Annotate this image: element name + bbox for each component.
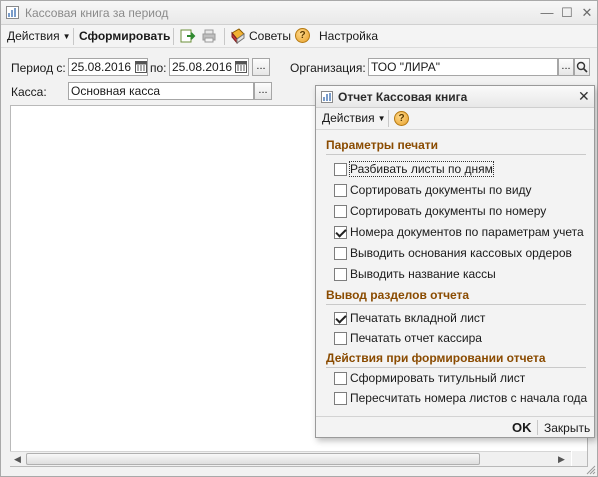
period-to-value: 25.08.2016 [172,60,233,74]
checkbox[interactable] [334,268,347,281]
section-report-sections: Вывод разделов отчета [326,288,586,305]
checkbox[interactable] [334,392,347,405]
scroll-corner [572,451,587,466]
toolbar-divider [173,28,174,45]
checkbox-label: Выводить основания кассовых ордеров [350,246,572,260]
help-icon[interactable]: ? [295,28,310,43]
checkbox[interactable] [334,332,347,345]
calendar-icon[interactable] [135,61,147,73]
scrollbar-thumb[interactable] [26,453,480,465]
checkbox[interactable] [334,163,347,176]
checkbox[interactable] [334,205,347,218]
dialog-title-bar: Отчет Кассовая книга ✕ [316,86,594,108]
print-icon[interactable] [201,28,217,44]
organization-field[interactable]: ТОО "ЛИРА" [368,58,558,76]
tips-button[interactable]: Советы [249,29,291,43]
period-select-button[interactable]: ... [252,58,270,76]
toolbar-divider [388,110,389,127]
checkbox[interactable] [334,372,347,385]
period-from-label: Период с: [11,61,66,75]
dialog-footer: OK Закрыть [316,416,594,438]
dialog-title: Отчет Кассовая книга [338,90,468,104]
report-app-icon [6,6,19,19]
kassa-field[interactable]: Основная касса [68,82,254,100]
organization-select-button[interactable]: ... [558,58,574,76]
checkbox-label: Сортировать документы по номеру [350,204,547,218]
checkbox-checked[interactable] [334,312,347,325]
scroll-right-icon[interactable]: ▶ [558,454,565,465]
checkbox[interactable] [334,184,347,197]
dialog-toolbar: Действия ▼ ? [316,108,594,130]
magnifier-icon [576,61,588,73]
calendar-icon[interactable] [235,61,247,73]
tips-book-icon [231,28,245,44]
close-button[interactable]: Закрыть [544,421,590,435]
period-from-value: 25.08.2016 [71,60,132,74]
dropdown-arrow-icon: ▼ [377,114,386,123]
main-toolbar: Действия ▼ Сформировать Советы ? Настройк… [1,25,597,48]
checkbox-label: Сформировать титульный лист [350,371,526,385]
organization-label: Организация: [290,61,366,75]
report-settings-dialog: Отчет Кассовая книга ✕ Действия ▼ ? Парам… [315,85,595,438]
maximize-icon[interactable]: ☐ [559,5,575,21]
settings-button[interactable]: Настройка [319,29,378,43]
checkbox-label: Разбивать листы по дням [349,161,494,177]
organization-value: ТОО "ЛИРА" [371,60,441,74]
section-generation-actions: Действия при формировании отчета [326,351,586,368]
generate-button[interactable]: Сформировать [79,29,170,43]
minimize-icon[interactable]: — [539,5,555,21]
actions-menu[interactable]: Действия ▼ [7,29,71,43]
dialog-actions-menu[interactable]: Действия ▼ [322,111,386,125]
checkbox-label: Сортировать документы по виду [350,183,532,197]
dialog-close-icon[interactable]: ✕ [578,88,590,105]
scroll-left-icon[interactable]: ◀ [14,454,21,465]
checkbox-checked[interactable] [334,226,347,239]
section-print-params: Параметры печати [326,138,586,155]
dialog-help-icon[interactable]: ? [394,111,409,126]
report-icon [321,91,333,103]
organization-search-button[interactable] [574,58,590,76]
ok-button[interactable]: OK [512,420,532,435]
checkbox-label: Пересчитать номера листов с начала года [350,391,588,405]
dialog-actions-label: Действия [322,111,375,125]
horizontal-scrollbar[interactable]: ◀ ▶ [10,451,571,466]
checkbox-label: Печатать отчет кассира [350,331,482,345]
kassa-value: Основная касса [71,84,161,98]
dropdown-arrow-icon: ▼ [62,32,71,41]
close-icon[interactable]: ✕ [579,5,595,21]
toolbar-divider [73,28,74,45]
resize-grip-icon[interactable] [586,465,596,475]
kassa-select-button[interactable]: ... [254,82,272,100]
title-bar: Кассовая книга за период — ☐ ✕ [1,1,597,25]
window-title: Кассовая книга за период [25,6,169,20]
checkbox[interactable] [334,247,347,260]
period-to-label: по: [150,61,167,75]
checkbox-label: Номера документов по параметрам учета [350,225,584,239]
kassa-label: Касса: [11,85,47,99]
export-icon[interactable] [180,28,196,44]
footer-divider [537,420,538,435]
checkbox-label: Выводить название кассы [350,267,496,281]
actions-menu-label: Действия [7,29,60,43]
checkbox-label: Печатать вкладной лист [350,311,486,325]
toolbar-divider [224,28,225,45]
